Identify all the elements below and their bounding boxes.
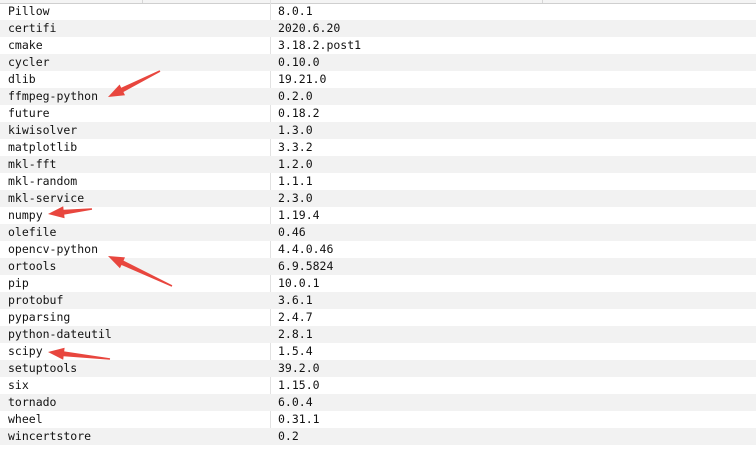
table-row[interactable]: python-dateutil 2.8.1 bbox=[0, 326, 756, 343]
package-name: kiwisolver bbox=[8, 123, 78, 137]
package-name: certifi bbox=[8, 21, 57, 35]
table-row[interactable]: numpy 1.19.4 bbox=[0, 207, 756, 224]
table-row[interactable]: scipy 1.5.4 bbox=[0, 343, 756, 360]
package-name: mkl-random bbox=[8, 174, 78, 188]
package-name: python-dateutil bbox=[8, 327, 112, 341]
package-version: 1.3.0 bbox=[278, 123, 313, 137]
package-name: cycler bbox=[8, 55, 50, 69]
table-row[interactable]: ortools 6.9.5824 bbox=[0, 258, 756, 275]
table-row[interactable]: dlib 19.21.0 bbox=[0, 71, 756, 88]
package-version: 3.18.2.post1 bbox=[278, 38, 362, 52]
package-name: mkl-fft bbox=[8, 157, 57, 171]
table-row[interactable]: future 0.18.2 bbox=[0, 105, 756, 122]
table-row[interactable]: opencv-python 4.4.0.46 bbox=[0, 241, 756, 258]
package-version: 2.3.0 bbox=[278, 191, 313, 205]
package-version: 3.6.1 bbox=[278, 293, 313, 307]
table-row[interactable]: pyparsing 2.4.7 bbox=[0, 309, 756, 326]
table-row[interactable]: tornado 6.0.4 bbox=[0, 394, 756, 411]
package-version: 1.1.1 bbox=[278, 174, 313, 188]
table-row[interactable]: olefile 0.46 bbox=[0, 224, 756, 241]
table-row[interactable]: setuptools 39.2.0 bbox=[0, 360, 756, 377]
package-version: 1.2.0 bbox=[278, 157, 313, 171]
package-name: setuptools bbox=[8, 361, 78, 375]
package-version: 10.0.1 bbox=[278, 276, 320, 290]
package-version: 6.0.4 bbox=[278, 395, 313, 409]
package-name: cmake bbox=[8, 38, 43, 52]
table-row[interactable]: wincertstore 0.2 bbox=[0, 428, 756, 445]
package-name: scipy bbox=[8, 344, 43, 358]
package-name: olefile bbox=[8, 225, 57, 239]
package-name: wincertstore bbox=[8, 429, 92, 443]
package-name: wheel bbox=[8, 412, 43, 426]
table-row[interactable]: matplotlib 3.3.2 bbox=[0, 139, 756, 156]
package-name: dlib bbox=[8, 72, 36, 86]
table-row[interactable]: mkl-service 2.3.0 bbox=[0, 190, 756, 207]
package-name: pip bbox=[8, 276, 29, 290]
package-version: 19.21.0 bbox=[278, 72, 327, 86]
table-row[interactable]: Pillow 8.0.1 bbox=[0, 3, 756, 20]
table-row[interactable]: mkl-fft 1.2.0 bbox=[0, 156, 756, 173]
table-row[interactable]: wheel 0.31.1 bbox=[0, 411, 756, 428]
package-version: 2020.6.20 bbox=[278, 21, 341, 35]
table-row[interactable]: ffmpeg-python 0.2.0 bbox=[0, 88, 756, 105]
table-row[interactable]: cmake 3.18.2.post1 bbox=[0, 37, 756, 54]
package-version: 0.2.0 bbox=[278, 89, 313, 103]
package-list: Pillow 8.0.1 certifi 2020.6.20 cmake 3.18.2.p… bbox=[0, 3, 756, 445]
package-name: pyparsing bbox=[8, 310, 71, 324]
package-name: ortools bbox=[8, 259, 57, 273]
package-version: 1.19.4 bbox=[278, 208, 320, 222]
table-row[interactable]: protobuf 3.6.1 bbox=[0, 292, 756, 309]
package-version: 1.15.0 bbox=[278, 378, 320, 392]
package-version: 2.8.1 bbox=[278, 327, 313, 341]
package-name: matplotlib bbox=[8, 140, 78, 154]
package-version: 8.0.1 bbox=[278, 4, 313, 18]
package-name: six bbox=[8, 378, 29, 392]
package-name: protobuf bbox=[8, 293, 64, 307]
package-version: 0.46 bbox=[278, 225, 306, 239]
package-version: 4.4.0.46 bbox=[278, 242, 334, 256]
package-version: 0.18.2 bbox=[278, 106, 320, 120]
package-name: future bbox=[8, 106, 50, 120]
package-version: 1.5.4 bbox=[278, 344, 313, 358]
package-version: 39.2.0 bbox=[278, 361, 320, 375]
package-version: 0.31.1 bbox=[278, 412, 320, 426]
package-name: numpy bbox=[8, 208, 43, 222]
table-row[interactable]: mkl-random 1.1.1 bbox=[0, 173, 756, 190]
table-row[interactable]: kiwisolver 1.3.0 bbox=[0, 122, 756, 139]
package-name: opencv-python bbox=[8, 242, 99, 256]
package-version: 6.9.5824 bbox=[278, 259, 334, 273]
package-name: mkl-service bbox=[8, 191, 85, 205]
package-name: tornado bbox=[8, 395, 57, 409]
package-name: Pillow bbox=[8, 4, 50, 18]
table-row[interactable]: certifi 2020.6.20 bbox=[0, 20, 756, 37]
table-row[interactable]: pip 10.0.1 bbox=[0, 275, 756, 292]
package-version: 0.10.0 bbox=[278, 55, 320, 69]
table-row[interactable]: six 1.15.0 bbox=[0, 377, 756, 394]
package-version: 0.2 bbox=[278, 429, 299, 443]
package-version: 2.4.7 bbox=[278, 310, 313, 324]
package-name: ffmpeg-python bbox=[8, 89, 99, 103]
table-row[interactable]: cycler 0.10.0 bbox=[0, 54, 756, 71]
package-version: 3.3.2 bbox=[278, 140, 313, 154]
